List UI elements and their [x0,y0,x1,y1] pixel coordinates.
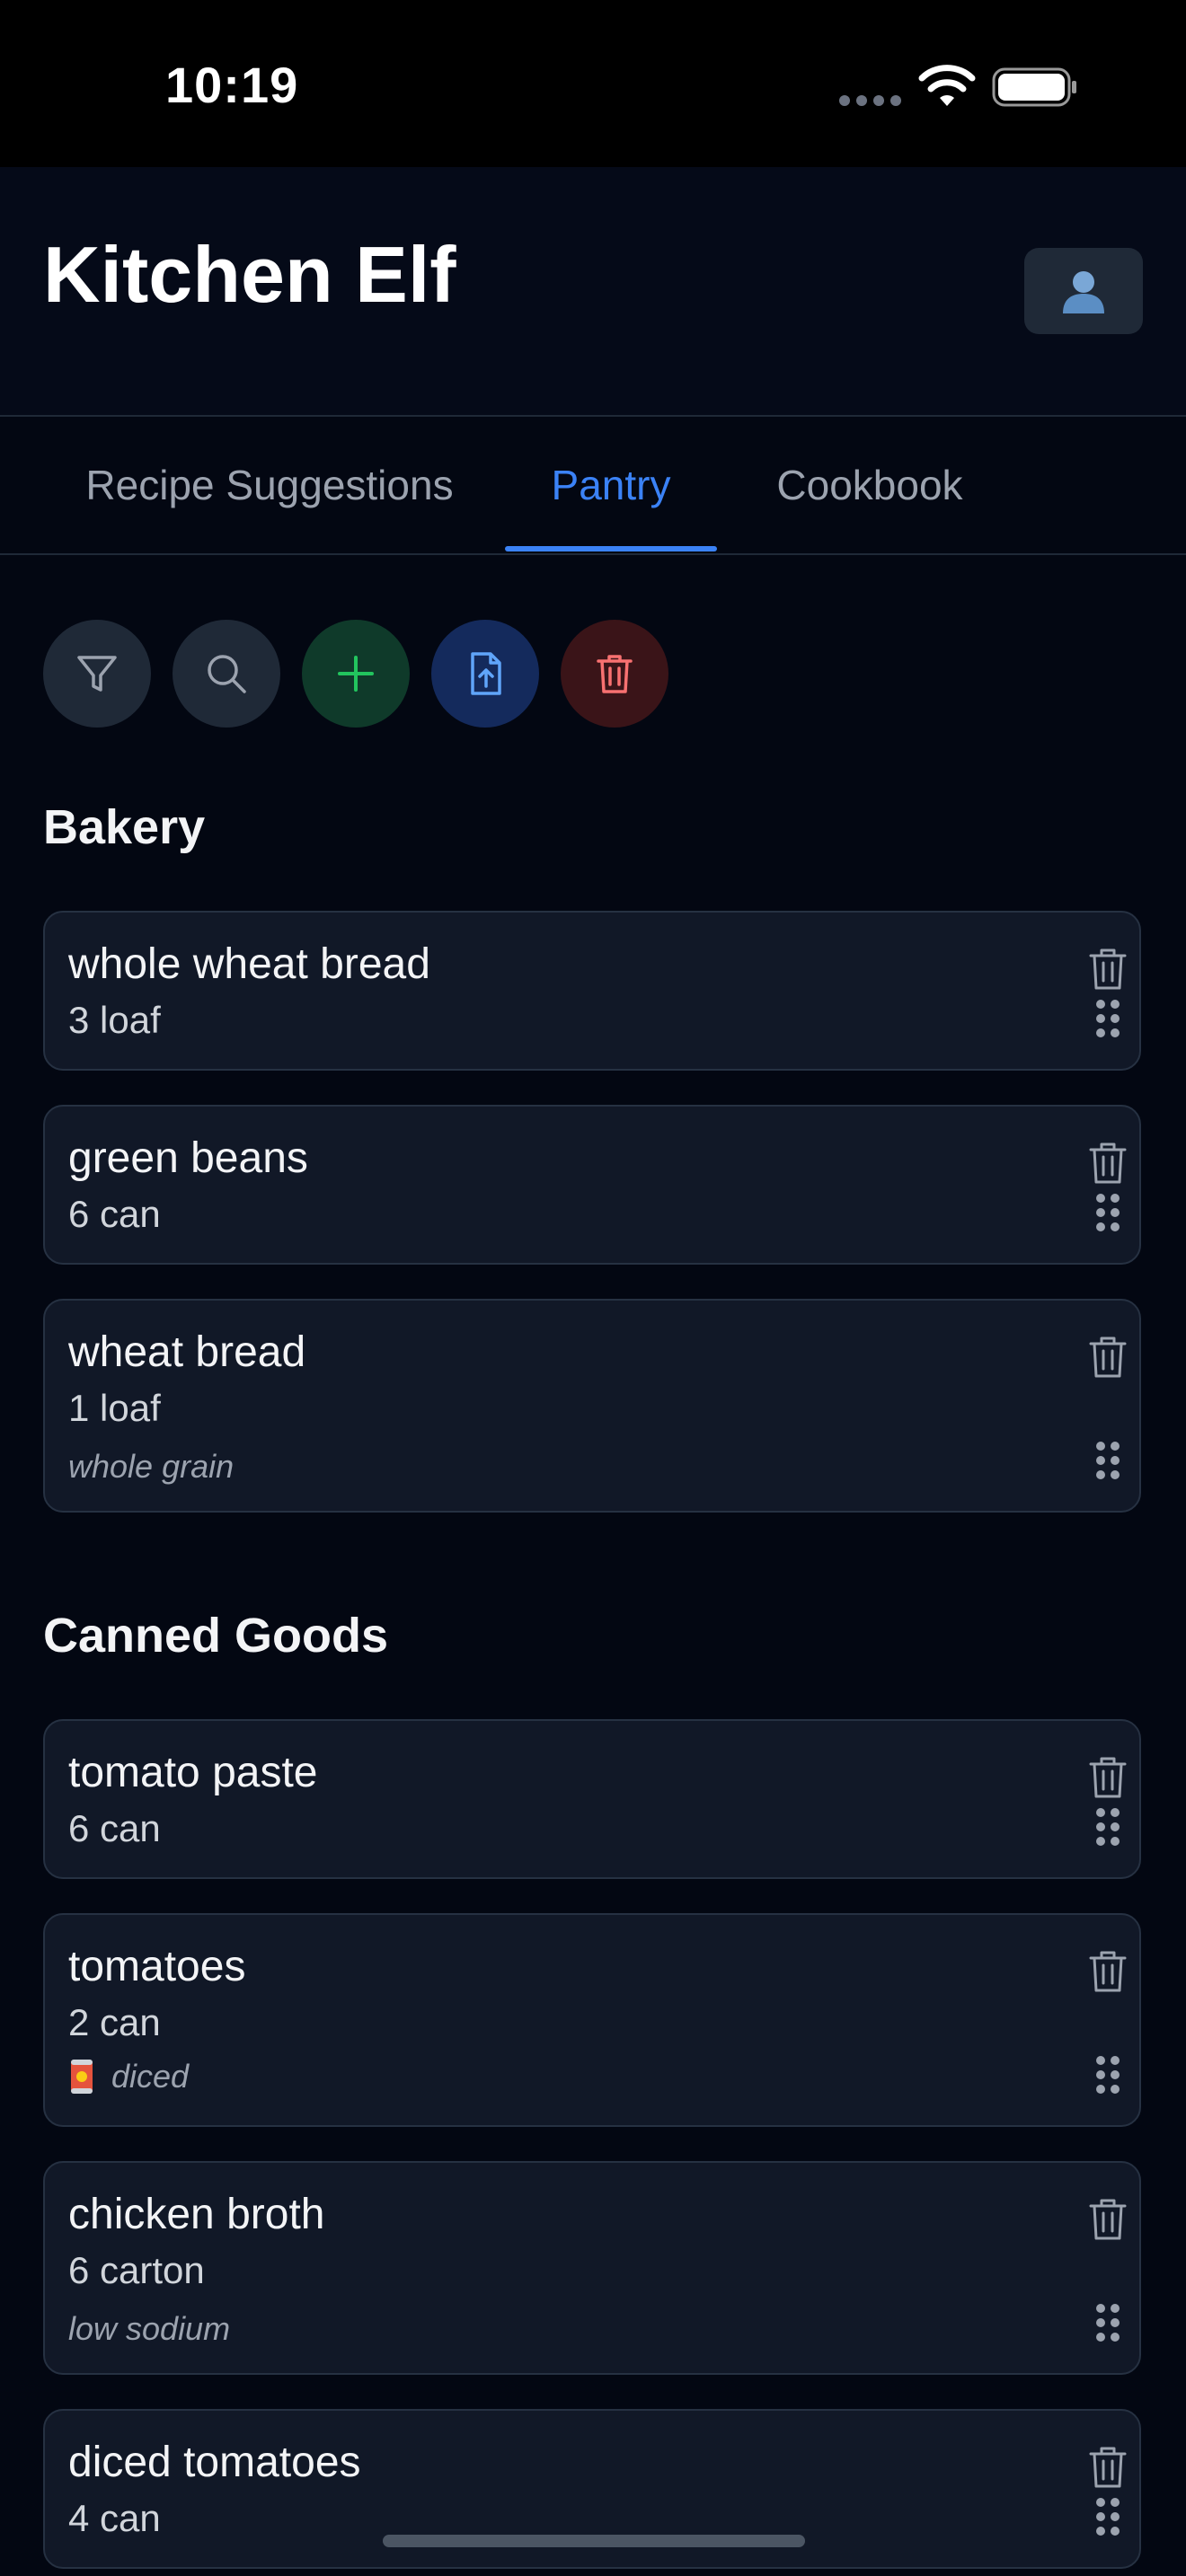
item-quantity: 6 can [68,1193,161,1235]
item-quantity: 1 loaf [68,1387,161,1429]
item-quantity: 6 can [68,1807,161,1849]
item-note: low sodium [68,2310,231,2347]
item-quantity: 2 can [68,2001,161,2043]
item-quantity: 3 loaf [68,999,161,1041]
pantry-item[interactable]: chicken broth 6 carton low sodium [43,2161,1141,2375]
section-title-canned-goods: Canned Goods [43,1609,389,1663]
cellular-signal-icon [839,95,902,106]
pantry-item[interactable]: tomatoes 2 can diced [43,1913,1141,2127]
drag-handle-icon[interactable] [1094,1807,1121,1847]
section-title-bakery: Bakery [43,800,206,854]
search-button[interactable] [173,620,280,728]
item-name: tomato paste [68,1749,318,1796]
pantry-toolbar [43,620,762,728]
delete-item-trash-icon[interactable] [1087,1335,1128,1380]
import-button[interactable] [431,620,539,728]
wifi-icon [918,65,976,106]
file-upload-icon [471,652,501,695]
drag-handle-icon[interactable] [1094,2303,1121,2342]
profile-button[interactable] [1024,248,1143,334]
item-note-row: diced [68,2057,189,2096]
add-item-button[interactable] [302,620,410,728]
status-time: 10:19 [165,57,299,113]
pantry-item[interactable]: tomato paste 6 can [43,1719,1141,1879]
trash-icon [597,655,633,693]
item-quantity: 4 can [68,2497,161,2539]
app-header: Kitchen Elf [0,167,1186,417]
item-name: whole wheat bread [68,940,430,988]
pantry-item[interactable]: whole wheat bread 3 loaf [43,911,1141,1071]
delete-item-trash-icon[interactable] [1087,2445,1128,2490]
item-quantity: 6 carton [68,2249,205,2291]
drag-handle-icon[interactable] [1094,2055,1121,2095]
battery-icon [992,67,1076,107]
delete-item-trash-icon[interactable] [1087,1141,1128,1186]
delete-item-trash-icon[interactable] [1087,947,1128,992]
item-note: whole grain [68,1448,235,1485]
clear-pantry-button[interactable] [561,620,668,728]
pantry-item[interactable]: wheat bread 1 loaf whole grain [43,1299,1141,1513]
home-indicator[interactable] [383,2535,805,2547]
can-icon [71,2060,93,2094]
tab-pantry[interactable]: Pantry [505,417,717,553]
delete-item-trash-icon[interactable] [1087,1755,1128,1800]
drag-handle-icon[interactable] [1094,2497,1121,2536]
drag-handle-icon[interactable] [1094,1441,1121,1480]
drag-handle-icon[interactable] [1094,999,1121,1038]
tab-recipe-suggestions[interactable]: Recipe Suggestions [50,417,489,553]
item-name: green beans [68,1134,308,1182]
item-name: chicken broth [68,2191,325,2238]
item-note: diced [111,2058,190,2095]
active-tab-indicator [505,546,717,551]
item-name: tomatoes [68,1943,246,1990]
delete-item-trash-icon[interactable] [1087,1949,1128,1994]
pantry-item[interactable]: green beans 6 can [43,1105,1141,1265]
plus-icon [338,656,374,692]
tab-bar: Recipe Suggestions Pantry Cookbook [0,417,1186,555]
drag-handle-icon[interactable] [1094,1193,1121,1232]
app-title: Kitchen Elf [43,230,456,319]
filter-button[interactable] [43,620,151,728]
item-name: diced tomatoes [68,2439,361,2486]
search-icon [208,655,246,693]
delete-item-trash-icon[interactable] [1087,2197,1128,2242]
item-name: wheat bread [68,1328,306,1376]
tab-cookbook[interactable]: Cookbook [753,417,987,553]
filter-icon [77,656,117,692]
status-bar: 10:19 [0,0,1186,167]
person-icon [1063,271,1104,313]
